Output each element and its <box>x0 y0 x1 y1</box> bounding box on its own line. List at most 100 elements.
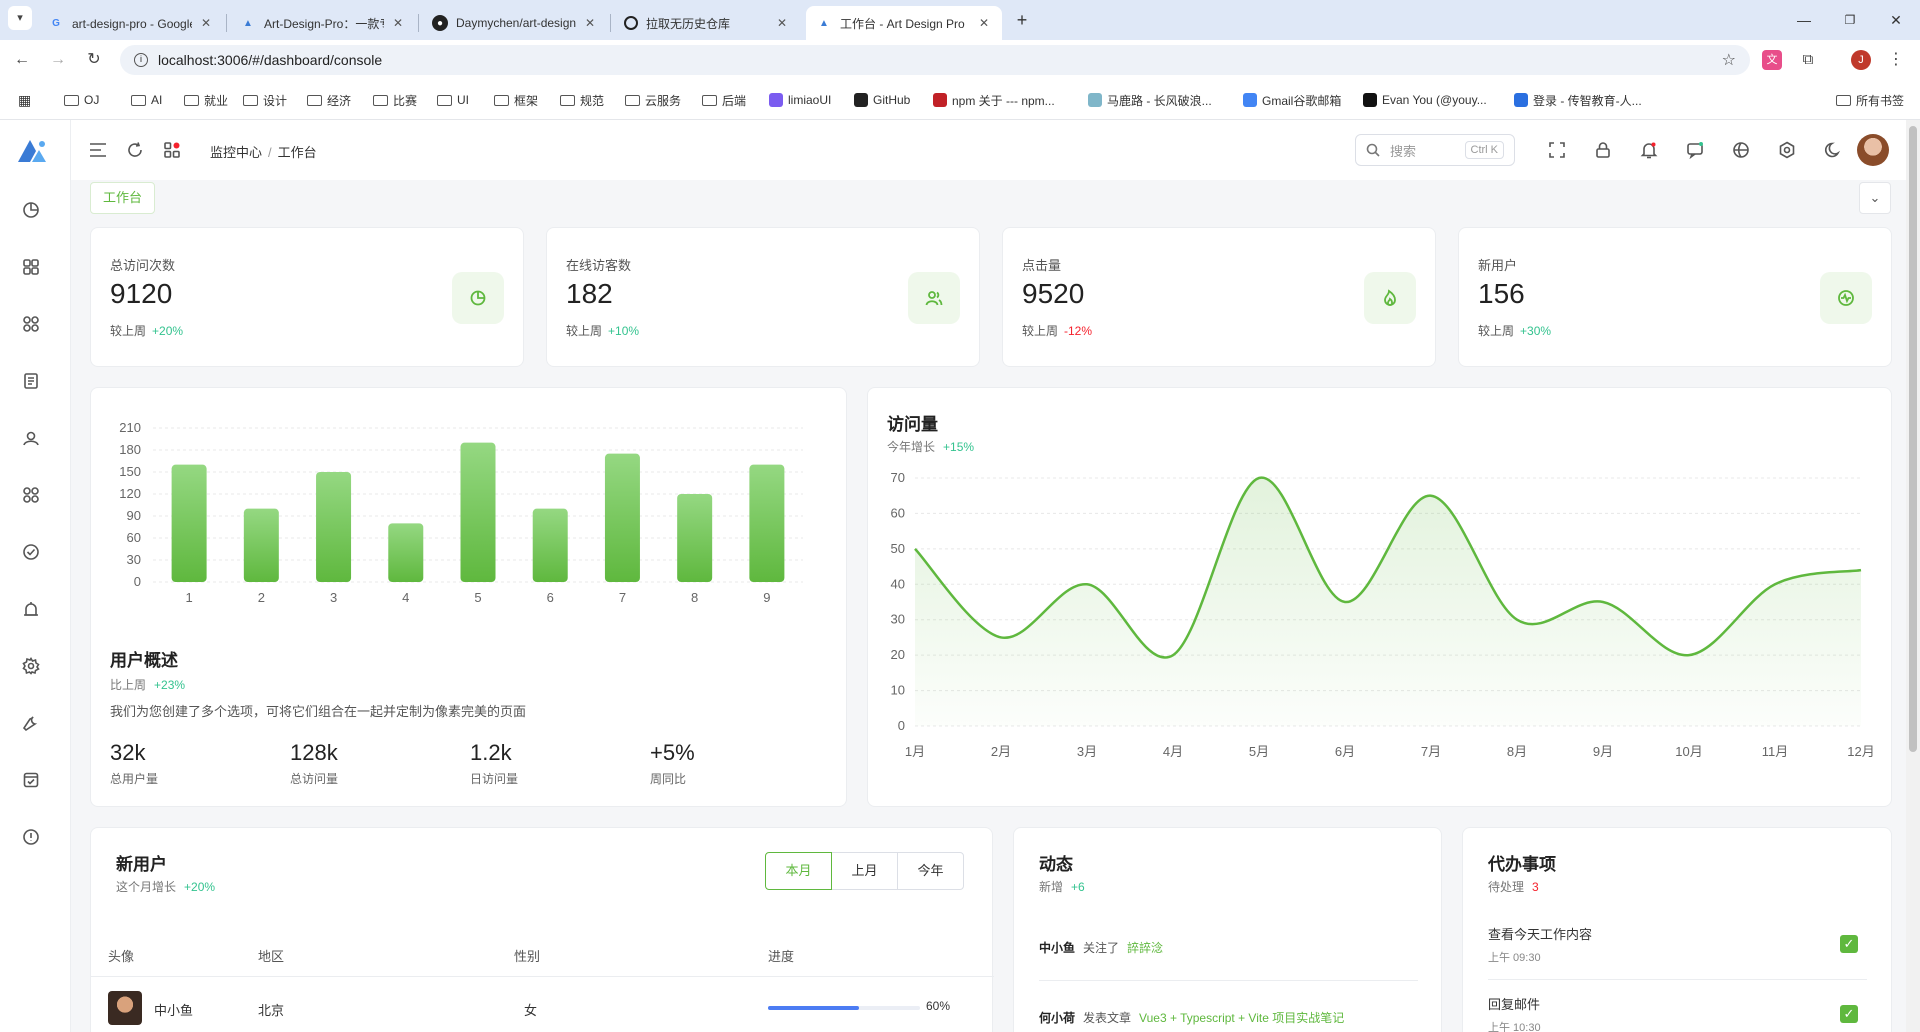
close-icon[interactable]: ✕ <box>198 16 214 30</box>
close-icon[interactable]: ✕ <box>390 16 406 30</box>
user-management-icon[interactable] <box>19 426 43 450</box>
bar[interactable] <box>171 464 207 582</box>
stat-compare-label: 较上周 <box>566 324 603 338</box>
y-tick-label: 10 <box>891 683 905 698</box>
close-icon[interactable]: ✕ <box>774 16 790 30</box>
reload-icon[interactable]: ↻ <box>82 48 106 72</box>
bookmark-folder[interactable]: 就业 <box>184 91 228 109</box>
period-this-month-button[interactable]: 本月 <box>765 852 832 890</box>
app-logo[interactable] <box>16 138 48 164</box>
activity-target-link[interactable]: Vue3 + Typescript + Vite 项目实战笔记 <box>1139 1011 1344 1025</box>
settings-icon[interactable] <box>19 654 43 678</box>
bookmark-folder[interactable]: 后端 <box>702 91 746 109</box>
bookmark-folder[interactable]: 设计 <box>243 91 287 109</box>
todo-checkbox[interactable]: ✓ <box>1840 935 1858 953</box>
search-input[interactable]: 搜索 Ctrl K <box>1355 134 1515 166</box>
site-info-icon[interactable]: i <box>134 53 148 67</box>
menu-management-icon[interactable] <box>19 483 43 507</box>
user-avatar[interactable] <box>1857 134 1889 166</box>
bar[interactable] <box>604 453 640 582</box>
period-this-year-button[interactable]: 今年 <box>897 852 964 890</box>
bookmark-folder[interactable]: AI <box>131 91 162 109</box>
bookmark-link[interactable]: 马鹿路 - 长风破浪... <box>1088 91 1212 109</box>
bell-icon[interactable] <box>1637 138 1661 162</box>
menu-fold-icon[interactable] <box>86 138 110 162</box>
bar[interactable] <box>243 508 279 582</box>
close-window-icon[interactable]: ✕ <box>1882 8 1910 32</box>
bookmark-folder[interactable]: OJ <box>64 91 99 109</box>
bookmark-link[interactable]: 登录 - 传智教育-人... <box>1514 91 1642 109</box>
chevron-down-icon[interactable]: ⌄ <box>1859 182 1891 214</box>
tab-search-icon[interactable]: ▾ <box>8 6 32 30</box>
translate-extension-icon[interactable]: 文 <box>1762 50 1782 70</box>
url-input[interactable]: i localhost:3006/#/dashboard/console ☆ <box>120 45 1750 75</box>
browser-tab[interactable]: ▲ Art-Design-Pro：一款专注于用 ✕ <box>230 6 416 40</box>
bookmark-link[interactable]: Evan You (@youy... <box>1363 91 1487 109</box>
lock-icon[interactable] <box>1591 138 1615 162</box>
bookmark-link[interactable]: limiaoUI <box>769 91 831 109</box>
extensions-icon[interactable]: ⧉ <box>1798 50 1818 70</box>
activity-target-link[interactable]: 誶誶淰 <box>1127 941 1163 955</box>
settings-icon[interactable] <box>1775 138 1799 162</box>
chat-icon[interactable] <box>1683 138 1707 162</box>
minimize-icon[interactable]: — <box>1790 8 1818 32</box>
bookmark-star-icon[interactable]: ☆ <box>1722 50 1736 70</box>
browser-tab-active[interactable]: ▲ 工作台 - Art Design Pro ✕ <box>806 6 1002 40</box>
browser-tab[interactable]: G art-design-pro - Google 搜索 ✕ <box>38 6 224 40</box>
bookmarks-bar: ▦ OJ AI 就业 设计 经济 比赛 UI 框架 规范 云服务 后端 limiaoUI GitHub n… <box>0 80 1920 120</box>
alarm-icon[interactable] <box>19 597 43 621</box>
fullscreen-icon[interactable] <box>1545 138 1569 162</box>
bar[interactable] <box>388 523 424 582</box>
y-tick-label: 90 <box>127 508 141 523</box>
new-tab-button[interactable]: + <box>1008 8 1036 32</box>
profile-avatar[interactable]: J <box>1851 50 1871 70</box>
bookmark-folder[interactable]: 云服务 <box>625 91 681 109</box>
menu-kebab-icon[interactable]: ⋮ <box>1886 50 1906 70</box>
bookmark-link[interactable]: GitHub <box>854 91 910 109</box>
widgets-icon[interactable] <box>19 312 43 336</box>
bookmark-link[interactable]: Gmail谷歌邮箱 <box>1243 91 1341 109</box>
bookmark-folder[interactable]: 经济 <box>307 91 351 109</box>
todo-checkbox[interactable]: ✓ <box>1840 1005 1858 1023</box>
dark-mode-icon[interactable] <box>1821 138 1845 162</box>
language-icon[interactable] <box>1729 138 1753 162</box>
bar[interactable] <box>532 508 568 582</box>
browser-tab[interactable]: ● Daymychen/art-design-pro: ✕ <box>422 6 608 40</box>
breadcrumb-item[interactable]: 监控中心 <box>210 145 262 160</box>
close-icon[interactable]: ✕ <box>582 16 598 30</box>
bookmark-folder[interactable]: 框架 <box>494 91 538 109</box>
quick-entry-icon[interactable] <box>160 138 184 162</box>
stat-compare: 较上周 +10% <box>566 322 639 339</box>
bookmark-folder[interactable]: 规范 <box>560 91 604 109</box>
bar[interactable] <box>316 472 352 582</box>
scrollbar-thumb[interactable] <box>1909 126 1917 752</box>
todo-time: 上午 10:30 <box>1488 1022 1541 1032</box>
wrench-icon[interactable] <box>19 711 43 735</box>
stat-label: 在线访客数 <box>566 258 632 273</box>
worktab-console[interactable]: 工作台 <box>90 182 156 214</box>
x-tick-label: 10月 <box>1675 744 1702 759</box>
checklist-icon[interactable] <box>19 768 43 792</box>
result-check-icon[interactable] <box>19 540 43 564</box>
bookmark-folder[interactable]: UI <box>437 91 469 109</box>
period-last-month-button[interactable]: 上月 <box>831 852 898 890</box>
apps-grid-icon[interactable]: ▦ <box>18 91 31 109</box>
restore-icon[interactable]: ❐ <box>1836 8 1864 32</box>
template-icon[interactable] <box>19 255 43 279</box>
browser-tab[interactable]: 拉取无历史仓库 ✕ <box>614 6 800 40</box>
close-icon[interactable]: ✕ <box>976 16 992 30</box>
forward-icon[interactable]: → <box>46 48 70 72</box>
bookmark-folder[interactable]: 比赛 <box>373 91 417 109</box>
page-scrollbar[interactable] <box>1906 120 1920 1032</box>
bar[interactable] <box>460 442 496 582</box>
bar[interactable] <box>749 464 785 582</box>
article-icon[interactable] <box>19 369 43 393</box>
back-icon[interactable]: ← <box>10 48 34 72</box>
exception-icon[interactable] <box>19 825 43 849</box>
bookmark-link[interactable]: npm 关于 --- npm... <box>933 91 1055 109</box>
bookmark-label: Evan You (@youy... <box>1382 93 1487 107</box>
refresh-icon[interactable] <box>123 138 147 162</box>
bar[interactable] <box>677 494 713 582</box>
dashboard-icon[interactable] <box>19 198 43 222</box>
all-bookmarks-folder[interactable]: 所有书签 <box>1836 91 1904 109</box>
